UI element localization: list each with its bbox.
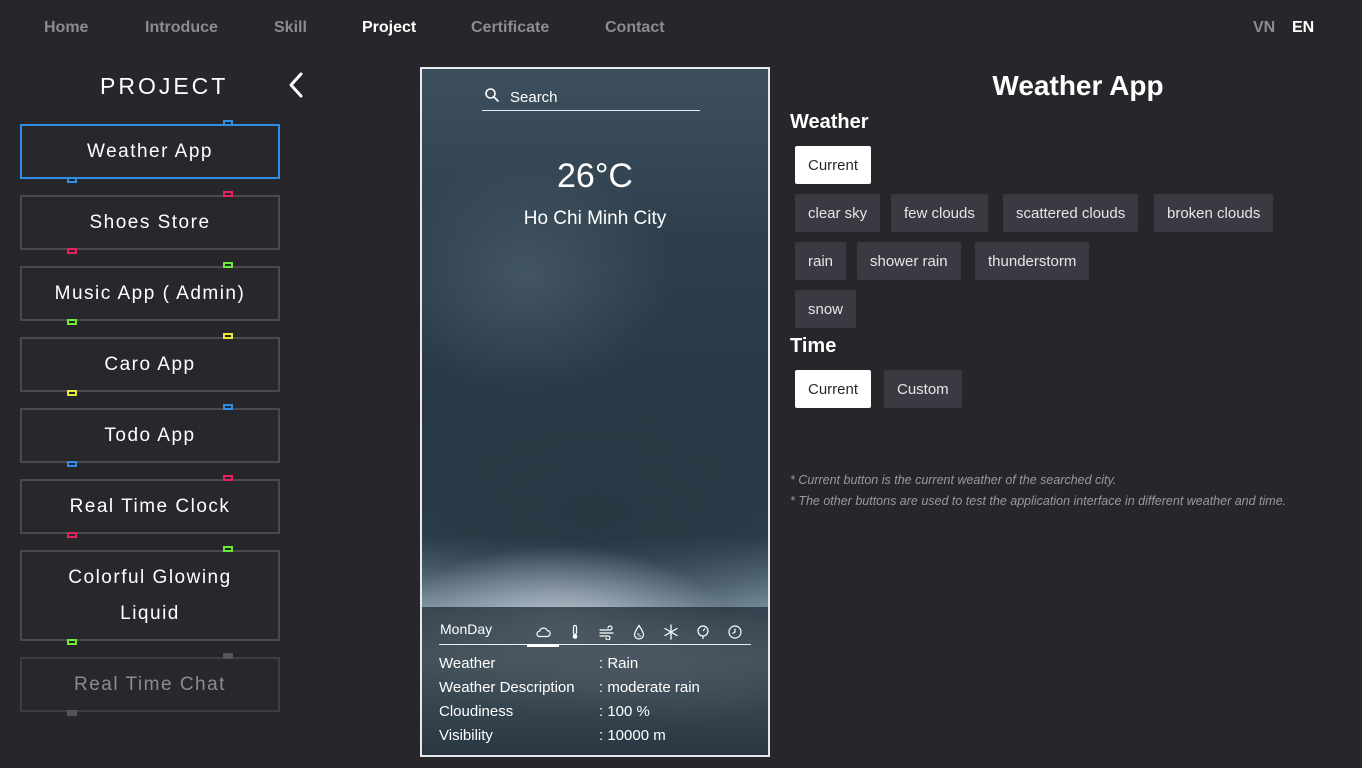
weather-current-button[interactable]: Current bbox=[795, 146, 872, 184]
project-item-shoes-store[interactable]: Shoes Store bbox=[20, 195, 280, 250]
info-value-description: : moderate rain bbox=[599, 679, 700, 696]
nav-contact[interactable]: Contact bbox=[605, 19, 665, 37]
clock-icon[interactable] bbox=[719, 619, 751, 645]
tick-mark bbox=[67, 532, 77, 538]
rain-button[interactable]: rain bbox=[795, 242, 847, 280]
time-current-button[interactable]: Current bbox=[795, 370, 872, 408]
top-nav: Home Introduce Skill Project Certificate… bbox=[0, 0, 1362, 56]
tick-mark bbox=[223, 333, 233, 339]
info-value-visibility: : 10000 m bbox=[599, 727, 666, 744]
thunderstorm-button[interactable]: thunderstorm bbox=[975, 242, 1090, 280]
lang-en[interactable]: EN bbox=[1292, 19, 1314, 37]
tick-mark bbox=[67, 319, 77, 325]
info-label-description: Weather Description bbox=[439, 679, 575, 696]
pressure-icon[interactable] bbox=[687, 619, 719, 645]
tick-mark bbox=[223, 475, 233, 481]
project-item-real-time-clock[interactable]: Real Time Clock bbox=[20, 479, 280, 534]
snowflake-icon[interactable] bbox=[655, 619, 687, 645]
weather-app-preview: 26°C Ho Chi Minh City MonDay % bbox=[420, 67, 770, 757]
time-custom-button[interactable]: Custom bbox=[884, 370, 962, 408]
temperature: 26°C bbox=[557, 157, 633, 195]
cloud-icon[interactable] bbox=[527, 619, 559, 647]
weather-section-label: Weather bbox=[790, 111, 869, 133]
tick-mark bbox=[67, 177, 77, 183]
tick-mark bbox=[67, 461, 77, 467]
project-item-music-app[interactable]: Music App ( Admin) bbox=[20, 266, 280, 321]
info-label-cloudiness: Cloudiness bbox=[439, 703, 514, 720]
time-section-label: Time bbox=[790, 335, 837, 357]
clear-sky-button[interactable]: clear sky bbox=[795, 194, 881, 232]
broken-clouds-button[interactable]: broken clouds bbox=[1154, 194, 1274, 232]
tick-mark bbox=[223, 120, 233, 126]
info-value-cloudiness: : 100 % bbox=[599, 703, 650, 720]
day-tab-row: MonDay % bbox=[439, 619, 751, 647]
shower-rain-button[interactable]: shower rain bbox=[857, 242, 961, 280]
nav-home[interactable]: Home bbox=[44, 19, 88, 37]
lang-vn[interactable]: VN bbox=[1253, 19, 1275, 37]
tick-mark bbox=[67, 710, 77, 716]
search-icon bbox=[485, 88, 499, 102]
nav-introduce[interactable]: Introduce bbox=[145, 19, 218, 37]
tick-mark bbox=[223, 546, 233, 552]
tick-mark bbox=[223, 404, 233, 410]
project-item-todo-app[interactable]: Todo App bbox=[20, 408, 280, 463]
humidity-icon[interactable]: % bbox=[623, 619, 655, 645]
snow-button[interactable]: snow bbox=[795, 290, 857, 328]
info-label-weather: Weather bbox=[439, 655, 496, 672]
tick-mark bbox=[67, 639, 77, 645]
nav-skill[interactable]: Skill bbox=[274, 19, 307, 37]
project-item-caro-app[interactable]: Caro App bbox=[20, 337, 280, 392]
tick-mark bbox=[67, 248, 77, 254]
day-label: MonDay bbox=[440, 621, 493, 637]
tick-mark bbox=[223, 262, 233, 268]
project-item-colorful-glowing-liquid[interactable]: Colorful Glowing Liquid bbox=[20, 550, 280, 641]
project-item-real-time-chat[interactable]: Real Time Chat bbox=[20, 657, 280, 712]
scattered-clouds-button[interactable]: scattered clouds bbox=[1003, 194, 1139, 232]
nav-certificate[interactable]: Certificate bbox=[471, 19, 549, 37]
tick-mark bbox=[223, 653, 233, 659]
info-value-weather: : Rain bbox=[599, 655, 639, 672]
search-bar bbox=[482, 85, 700, 111]
note-current: * Current button is the current weather … bbox=[790, 473, 1117, 487]
sidebar-title: PROJECT bbox=[100, 73, 229, 99]
nav-project[interactable]: Project bbox=[362, 19, 416, 37]
info-label-visibility: Visibility bbox=[439, 727, 493, 744]
weather-info-panel: MonDay % Weather : Rain Weather Descript… bbox=[422, 607, 768, 755]
tick-mark bbox=[67, 390, 77, 396]
city-name: Ho Chi Minh City bbox=[523, 208, 667, 229]
chevron-left-icon[interactable] bbox=[286, 70, 306, 100]
detail-title: Weather App bbox=[992, 70, 1164, 101]
note-other: * The other buttons are used to test the… bbox=[790, 494, 1287, 508]
search-input[interactable] bbox=[510, 87, 695, 107]
project-item-weather-app[interactable]: Weather App bbox=[20, 124, 280, 179]
thermometer-icon[interactable] bbox=[559, 619, 591, 645]
few-clouds-button[interactable]: few clouds bbox=[891, 194, 988, 232]
svg-text:%: % bbox=[637, 633, 642, 639]
wind-icon[interactable] bbox=[591, 619, 623, 645]
tick-mark bbox=[223, 191, 233, 197]
